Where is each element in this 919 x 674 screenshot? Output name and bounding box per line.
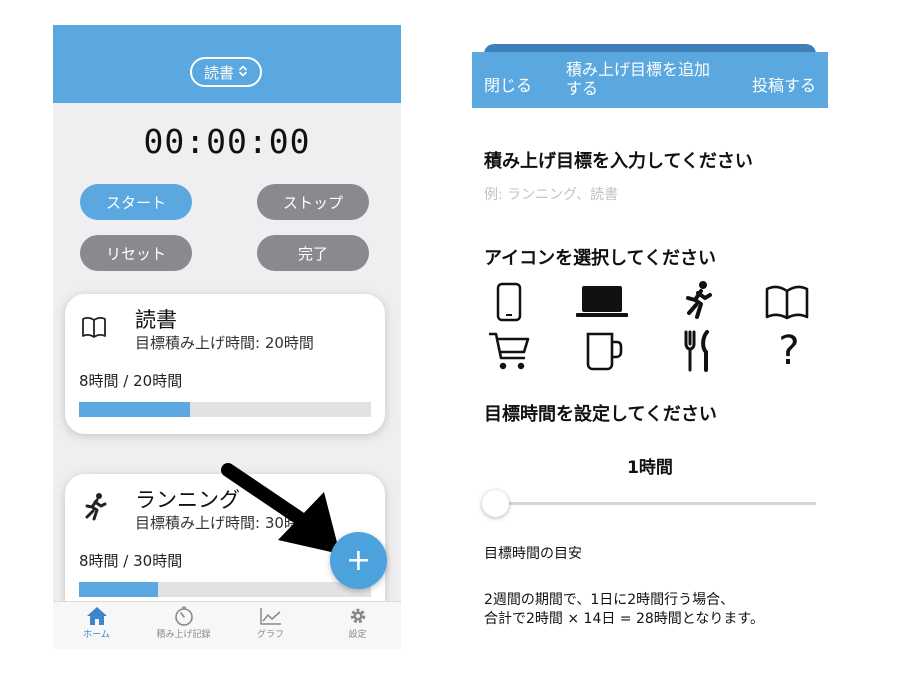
- goal-card-progress-text: 8時間 / 20時間: [79, 372, 183, 390]
- tab-records-label: 積み上げ記録: [156, 630, 211, 640]
- start-button[interactable]: スタート: [80, 184, 192, 220]
- add-goal-screen: 閉じる 積み上げ目標を追加する 投稿する 積み上げ目標を入力してください 例: …: [472, 44, 828, 664]
- guide-title: 目標時間の目安: [484, 546, 582, 562]
- progress-bar: [79, 402, 371, 417]
- guide-line-1: 2週間の期間で、1日に2時間行う場合、: [484, 592, 735, 608]
- category-picker[interactable]: 読書: [190, 57, 262, 87]
- progress-fill: [79, 402, 190, 417]
- cutlery-icon[interactable]: [676, 330, 722, 374]
- tab-graph[interactable]: グラフ: [227, 606, 314, 640]
- progress-bar: [79, 582, 371, 597]
- reset-button[interactable]: リセット: [80, 235, 192, 271]
- tab-settings[interactable]: 設定: [314, 606, 401, 640]
- progress-fill: [79, 582, 158, 597]
- tab-graph-label: グラフ: [256, 630, 284, 640]
- nav-bar: 閉じる 積み上げ目標を追加する 投稿する: [472, 52, 828, 108]
- smartphone-icon[interactable]: [486, 282, 532, 326]
- tab-home-label: ホーム: [83, 630, 110, 640]
- graph-icon: [259, 608, 281, 625]
- timer-icon: [174, 606, 193, 626]
- category-picker-label: 読書: [203, 63, 234, 82]
- cart-icon[interactable]: [486, 330, 532, 374]
- hours-slider-thumb[interactable]: [482, 490, 509, 517]
- tab-home[interactable]: ホーム: [53, 606, 140, 640]
- book-icon: [81, 314, 107, 340]
- question-icon[interactable]: ?: [766, 329, 812, 373]
- goal-card-target: 目標積み上げ時間: 20時間: [135, 334, 314, 352]
- laptop-icon[interactable]: [575, 284, 628, 328]
- running-icon: [81, 492, 107, 521]
- nav-title: 積み上げ目標を追加する: [566, 60, 711, 98]
- tab-settings-label: 設定: [348, 630, 367, 640]
- chevron-updown-icon: [238, 65, 248, 80]
- pointer-arrow-icon: [221, 463, 340, 554]
- header-bar: 読書: [53, 25, 401, 103]
- stop-button[interactable]: ストップ: [257, 184, 369, 220]
- close-button[interactable]: 閉じる: [484, 72, 532, 96]
- tab-records[interactable]: 積み上げ記録: [140, 606, 227, 640]
- add-goal-button[interactable]: +: [330, 532, 387, 589]
- post-button[interactable]: 投稿する: [752, 72, 816, 96]
- home-icon: [86, 607, 107, 625]
- timer-display: 00:00:00: [143, 122, 311, 161]
- icon-heading: アイコンを選択してください: [484, 248, 717, 269]
- book-icon[interactable]: [764, 284, 810, 328]
- mug-icon[interactable]: [581, 330, 627, 374]
- guide-line-2: 合計で2時間 × 14日 = 28時間となります。: [484, 611, 764, 627]
- gear-icon: [350, 608, 365, 624]
- goal-card-progress-text: 8時間 / 30時間: [79, 552, 183, 570]
- tab-bar: ホーム 積み上げ記録 グラフ 設定: [53, 601, 401, 649]
- hours-slider[interactable]: [484, 502, 816, 505]
- goal-heading: 積み上げ目標を入力してください: [484, 151, 753, 172]
- hours-value: 1時間: [627, 458, 673, 478]
- time-heading: 目標時間を設定してください: [484, 404, 717, 425]
- goal-card[interactable]: 読書 目標積み上げ時間: 20時間 8時間 / 20時間: [65, 294, 385, 434]
- goal-input[interactable]: 例: ランニング、読書: [484, 184, 618, 204]
- running-icon[interactable]: [675, 280, 721, 324]
- goal-card-title: 読書: [135, 308, 177, 332]
- done-button[interactable]: 完了: [257, 235, 369, 271]
